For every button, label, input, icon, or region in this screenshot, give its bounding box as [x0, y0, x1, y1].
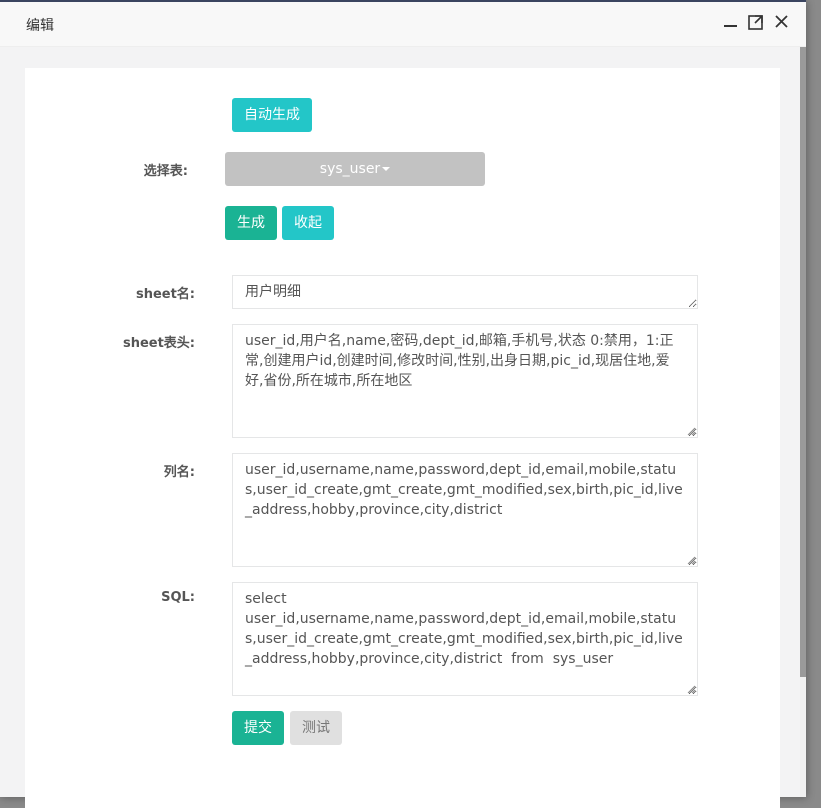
- auto-generate-button[interactable]: 自动生成: [232, 98, 312, 132]
- dialog-titlebar[interactable]: 编辑: [0, 2, 806, 47]
- columns-textarea[interactable]: user_id,username,name,password,dept_id,e…: [232, 453, 698, 567]
- generate-button[interactable]: 生成: [225, 206, 277, 240]
- submit-button[interactable]: 提交: [232, 711, 284, 745]
- resize-grip-icon[interactable]: [686, 555, 696, 565]
- sql-label: SQL:: [161, 590, 195, 605]
- sql-textarea[interactable]: select user_id,username,name,password,de…: [232, 582, 698, 696]
- dialog-title: 编辑: [26, 18, 54, 34]
- close-icon[interactable]: [772, 12, 792, 32]
- scrollbar-thumb[interactable]: [800, 47, 806, 677]
- maximize-icon[interactable]: [746, 12, 766, 32]
- resize-grip-icon[interactable]: [686, 426, 696, 436]
- edit-dialog: 编辑 自动生成 选择表: sys_user 生成 收起 sheet名: 用户明细…: [0, 0, 806, 808]
- selected-table-value: sys_user: [319, 161, 381, 177]
- sheet-name-label: sheet名:: [135, 287, 195, 302]
- select-table-label: 选择表:: [143, 164, 188, 179]
- sheet-header-label: sheet表头:: [122, 336, 195, 351]
- sheet-header-textarea[interactable]: user_id,用户名,name,密码,dept_id,邮箱,手机号,状态 0:…: [232, 324, 698, 438]
- table-select-dropdown[interactable]: sys_user: [225, 152, 485, 186]
- collapse-button[interactable]: 收起: [282, 206, 334, 240]
- minimize-icon[interactable]: [721, 12, 741, 32]
- columns-label: 列名:: [163, 465, 195, 480]
- caret-down-icon: [382, 167, 391, 171]
- sheet-name-input[interactable]: 用户明细: [232, 275, 698, 309]
- resize-grip-icon[interactable]: [686, 684, 696, 694]
- test-button[interactable]: 测试: [290, 711, 342, 745]
